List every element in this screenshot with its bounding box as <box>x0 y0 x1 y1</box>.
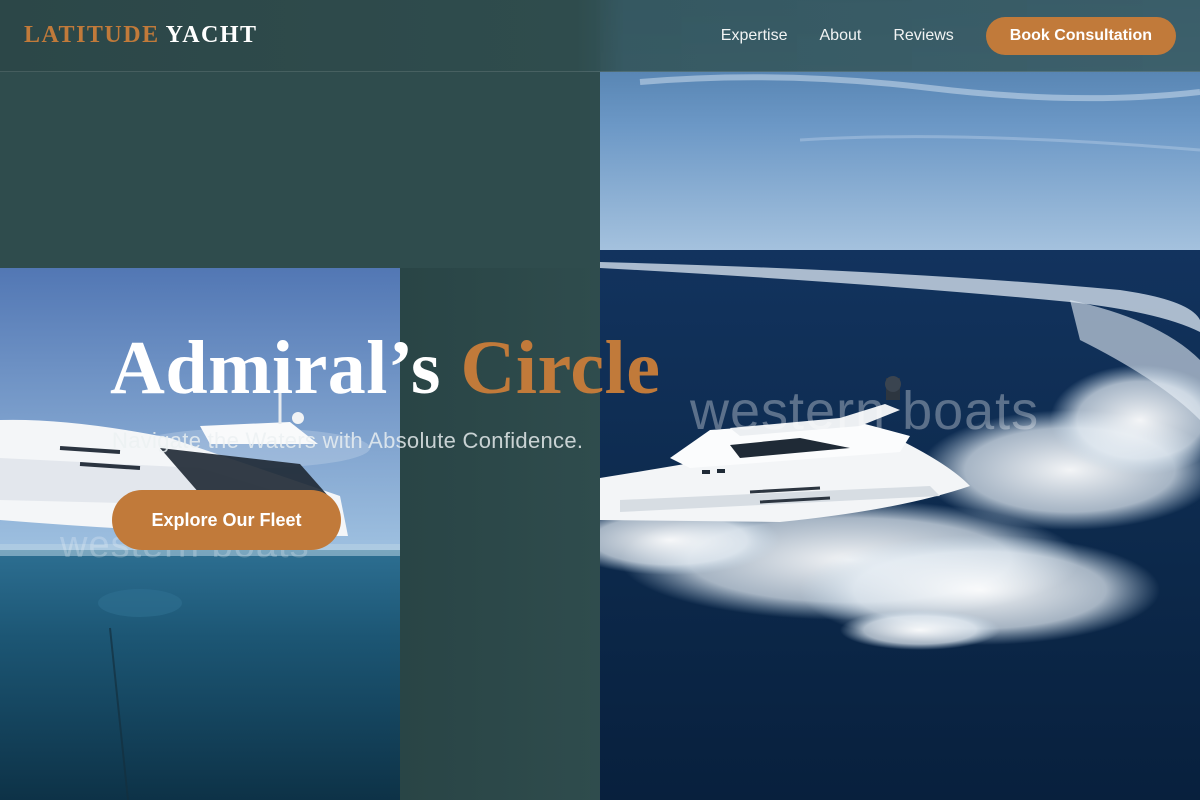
nav-link-expertise[interactable]: Expertise <box>721 27 788 45</box>
hero-title-main: Admiral’s <box>110 326 441 410</box>
nav-link-reviews[interactable]: Reviews <box>893 27 953 45</box>
hero-subtitle: Navigate the Waters with Absolute Confid… <box>112 428 584 453</box>
brand-logo[interactable]: LATITUDE YACHT <box>24 22 258 49</box>
explore-fleet-button[interactable]: Explore Our Fleet <box>112 490 341 550</box>
book-consultation-button[interactable]: Book Consultation <box>985 17 1176 55</box>
hero-photo-speeding-yacht <box>600 0 1200 800</box>
nav-link-about[interactable]: About <box>820 27 862 45</box>
hero-title-accent: Circle <box>460 326 661 410</box>
brand-main-word: YACHT <box>165 22 258 48</box>
brand-accent-word: LATITUDE <box>24 22 160 48</box>
site-header: LATITUDE YACHT Expertise About Reviews Bo… <box>0 0 1200 72</box>
main-nav: Expertise About Reviews Book Consultatio… <box>721 0 1176 72</box>
hero-title: Admiral’s Circle <box>110 325 660 412</box>
